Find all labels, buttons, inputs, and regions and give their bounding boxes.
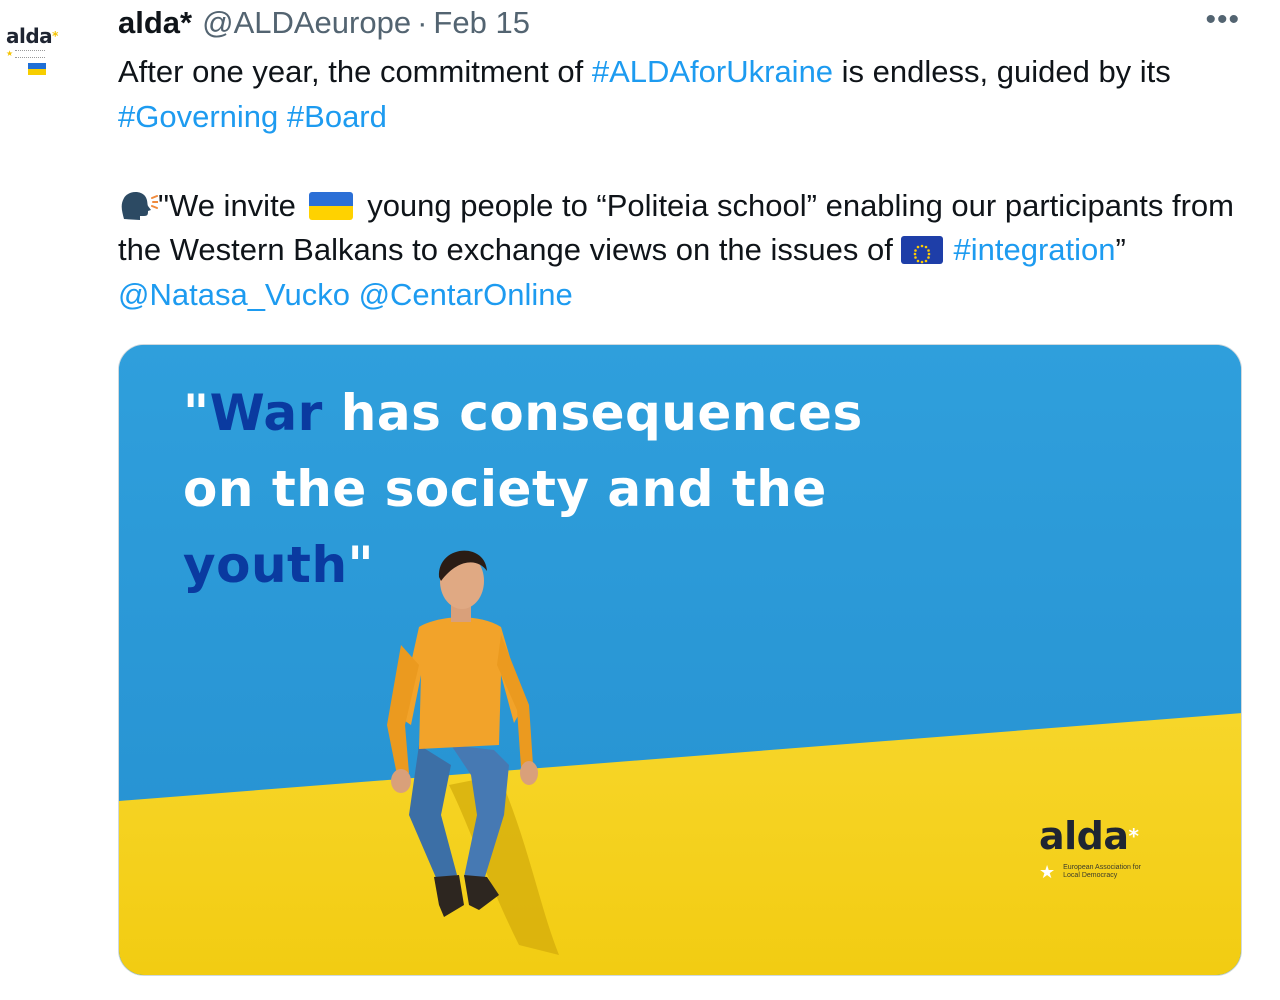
avatar-logo: alda*	[6, 24, 58, 48]
author-name[interactable]: alda*	[118, 5, 192, 41]
ukraine-flag-icon	[28, 63, 46, 75]
speaking-head-icon	[118, 189, 159, 220]
separator: ·	[417, 5, 428, 40]
avatar-tagline	[15, 50, 46, 58]
brand-tagline: European Association for Local Democracy	[1063, 864, 1141, 879]
mention-natasa-vucko[interactable]: @Natasa_Vucko	[118, 277, 350, 312]
tweet-media-image[interactable]: "War has consequences on the society and…	[118, 344, 1242, 976]
paragraph-1: After one year, the commitment of #ALDAf…	[118, 54, 1171, 134]
paragraph-2: "We invite young people to “Politeia sch…	[118, 187, 1234, 312]
more-icon[interactable]: •••	[1205, 5, 1240, 35]
mention-centaronline[interactable]: @CentarOnline	[359, 277, 573, 312]
alda-star-icon: ★	[1039, 862, 1056, 882]
tweet-header: alda* @ALDAeurope · Feb 15	[118, 4, 530, 42]
tweet-text: After one year, the commitment of #ALDAf…	[118, 50, 1258, 317]
eu-flag-icon	[901, 236, 944, 264]
hashtag-board[interactable]: #Board	[287, 99, 387, 134]
hashtag-integration[interactable]: #integration	[953, 232, 1115, 267]
author-handle[interactable]: @ALDAeurope	[202, 5, 411, 41]
ukraine-flag-icon	[308, 191, 353, 220]
hashtag-governing[interactable]: #Governing	[118, 99, 278, 134]
hashtag-aldaforukraine[interactable]: #ALDAforUkraine	[592, 54, 833, 89]
alda-star-icon: ★	[6, 49, 14, 58]
tweet-card[interactable]: alda* ★ alda* @ALDAeurope · Feb 15 ••• A…	[0, 0, 1280, 1000]
tweet-date[interactable]: Feb 15	[433, 5, 530, 41]
alda-star-icon: *	[1128, 824, 1139, 848]
avatar[interactable]: alda* ★	[0, 6, 80, 86]
media-quote: "War has consequences on the society and…	[183, 384, 863, 594]
media-brand-logo: alda* ★ European Association for Local D…	[1039, 817, 1143, 881]
